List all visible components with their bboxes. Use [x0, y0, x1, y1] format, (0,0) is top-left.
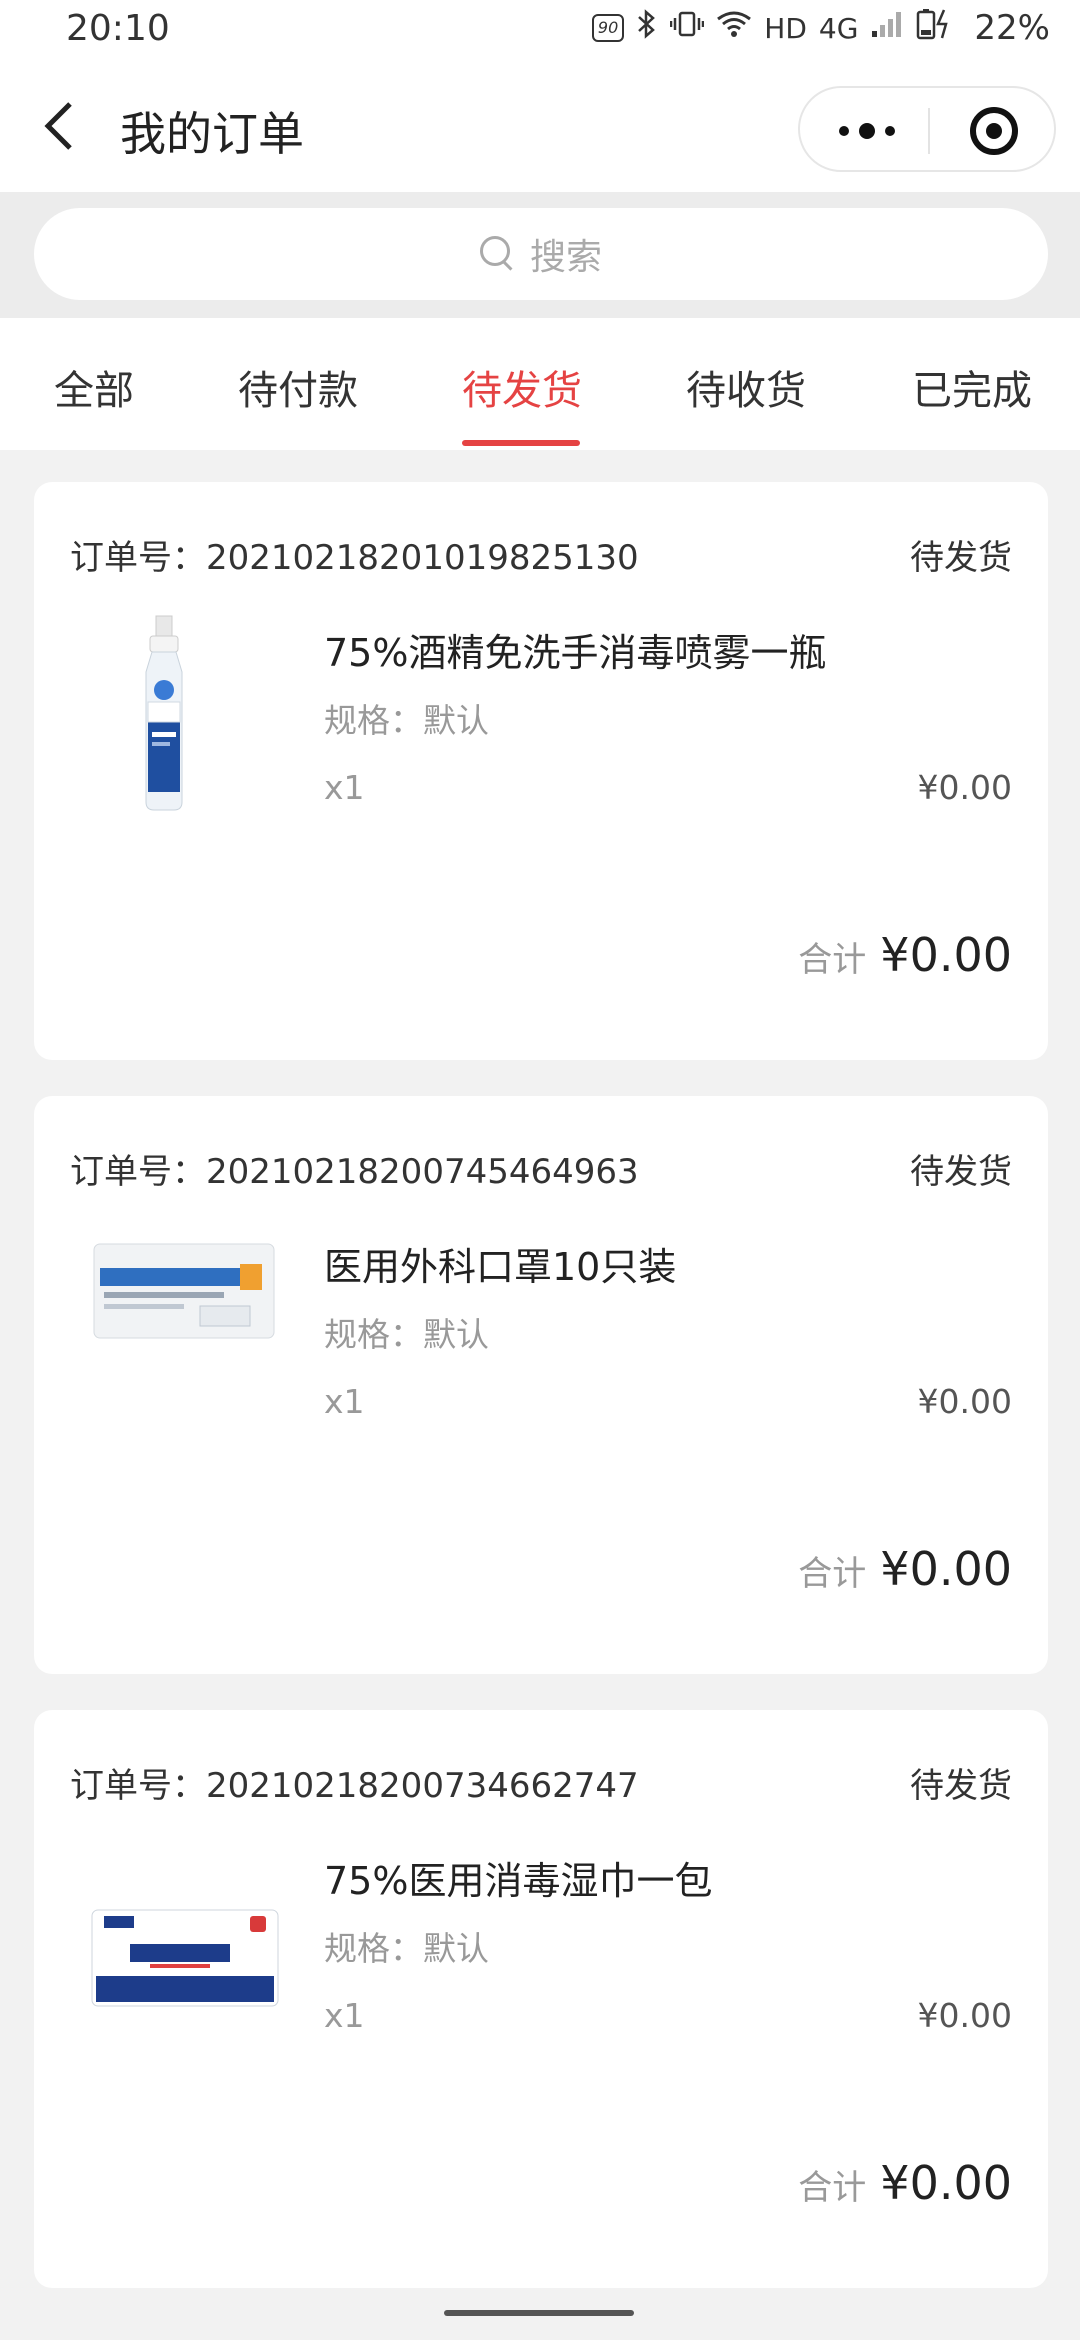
signal-icon	[870, 9, 904, 47]
order-total: 合计 ¥0.00	[798, 2156, 1012, 2210]
product-price: ¥0.00	[917, 768, 1012, 807]
bluetooth-icon	[636, 8, 658, 48]
order-status: 待发货	[910, 1152, 1012, 1192]
product-quantity: x1	[324, 1996, 365, 2035]
tab-pending-payment[interactable]: 待付款	[238, 358, 358, 416]
search-input[interactable]: 搜索	[34, 208, 1048, 300]
total-label: 合计	[798, 2168, 867, 2208]
status-bar: 20:10 90 HD 4G 22%	[0, 0, 1080, 60]
total-value: ¥0.00	[880, 1542, 1012, 1596]
tab-completed[interactable]: 已完成	[912, 358, 1032, 416]
more-icon[interactable]	[822, 106, 912, 156]
status-icons: 90 HD 4G 22%	[591, 8, 1050, 48]
total-value: ¥0.00	[880, 2156, 1012, 2210]
wifi-icon	[716, 9, 752, 47]
capsule-divider	[928, 108, 930, 154]
back-icon[interactable]	[40, 96, 80, 156]
battery-icon	[916, 8, 956, 48]
nav-bar: 我的订单	[0, 60, 1080, 192]
order-card[interactable]: 订单号：20210218200734662747 待发货 75%医用消毒湿巾一包…	[34, 1710, 1048, 2288]
home-indicator[interactable]	[444, 2310, 634, 2316]
tab-pending-shipment[interactable]: 待发货	[462, 358, 582, 416]
mini-program-capsule	[798, 86, 1056, 172]
product-name: 75%酒精免洗手消毒喷雾一瓶	[324, 631, 827, 675]
wipes-pack-image	[90, 1906, 280, 2010]
search-placeholder: 搜索	[529, 237, 602, 278]
product-name: 医用外科口罩10只装	[324, 1245, 677, 1289]
total-label: 合计	[798, 940, 867, 980]
product-quantity: x1	[324, 1382, 365, 1421]
network-type-label: 4G	[818, 11, 859, 45]
mask-pack-image	[90, 1236, 280, 1346]
order-tabs: 全部 待付款 待发货 待收货 已完成	[0, 318, 1080, 450]
close-icon[interactable]	[970, 107, 1018, 155]
order-number: 订单号：20210218200734662747	[70, 1766, 639, 1806]
order-number: 订单号：20210218200745464963	[70, 1152, 639, 1192]
order-status: 待发货	[910, 1766, 1012, 1806]
status-time: 20:10	[66, 8, 170, 49]
spray-bottle-image	[90, 612, 240, 811]
order-total: 合计 ¥0.00	[798, 928, 1012, 982]
product-spec: 规格：默认	[324, 1315, 489, 1354]
product-spec: 规格：默认	[324, 701, 489, 740]
order-number: 订单号：20210218201019825130	[70, 538, 639, 578]
tab-pending-receipt[interactable]: 待收货	[686, 358, 806, 416]
refresh-rate-icon: 90	[591, 14, 625, 42]
network-hd-label: HD	[764, 11, 807, 45]
vibrate-icon	[670, 9, 705, 47]
active-tab-indicator	[462, 440, 580, 446]
product-spec: 规格：默认	[324, 1929, 489, 1968]
tab-all[interactable]: 全部	[54, 358, 134, 416]
total-value: ¥0.00	[880, 928, 1012, 982]
order-total: 合计 ¥0.00	[798, 1542, 1012, 1596]
search-icon	[479, 236, 516, 272]
product-price: ¥0.00	[917, 1382, 1012, 1421]
total-label: 合计	[798, 1554, 867, 1594]
battery-percent: 22%	[974, 8, 1050, 48]
order-card[interactable]: 订单号：20210218200745464963 待发货 医用外科口罩10只装 …	[34, 1096, 1048, 1674]
product-quantity: x1	[324, 768, 365, 807]
order-status: 待发货	[910, 538, 1012, 578]
product-name: 75%医用消毒湿巾一包	[324, 1859, 713, 1903]
order-card[interactable]: 订单号：20210218201019825130 待发货 75%酒精免洗手消毒喷…	[34, 482, 1048, 1060]
product-price: ¥0.00	[917, 1996, 1012, 2035]
search-bar: 搜索	[0, 192, 1080, 318]
page-title: 我的订单	[120, 107, 304, 161]
